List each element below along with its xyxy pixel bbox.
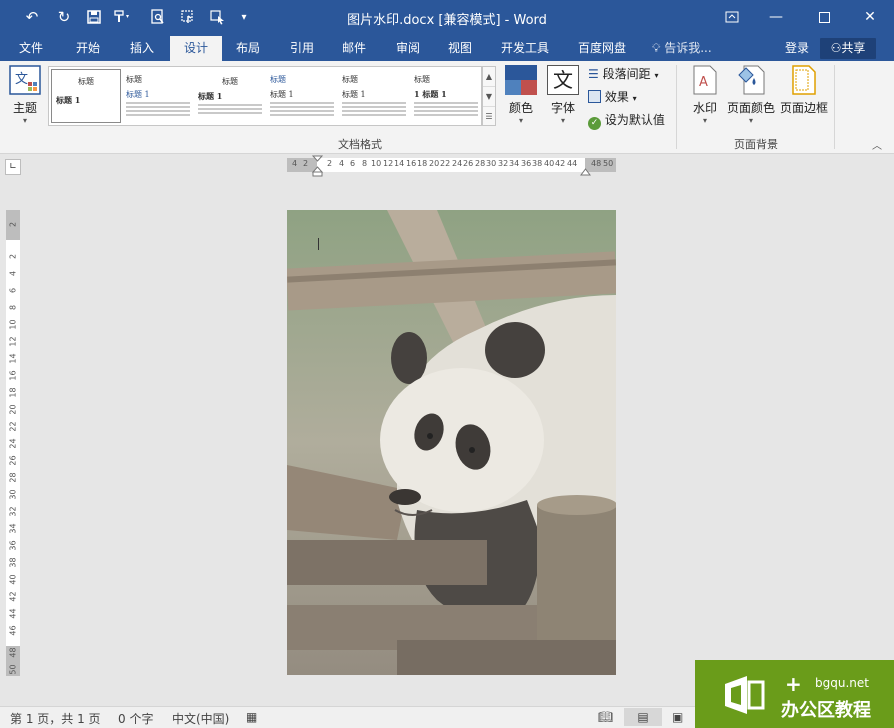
page-color-icon: [736, 65, 766, 95]
panda-watermark-image: [287, 210, 616, 675]
gallery-down-icon[interactable]: ▼: [483, 87, 495, 107]
tab-home[interactable]: 开始: [66, 36, 110, 61]
site-watermark-badge: + bgqu.net 办公区教程: [695, 660, 894, 728]
style-set-item[interactable]: 标题 1 标题 1: [411, 69, 481, 123]
right-indent-marker-icon[interactable]: [580, 165, 591, 176]
style-set-item[interactable]: 标题 标题 1: [339, 69, 409, 123]
group-divider: [834, 65, 835, 149]
vertical-ruler[interactable]: 2 2 4 6 8 10 12 14 16 18 20 22 24 26 28 …: [6, 210, 20, 676]
ruler-strip[interactable]: 4 2 2 4 6 8 10 12 14 16 18 20 22 24 26 2…: [287, 158, 616, 172]
page-color-label: 页面颜色: [726, 101, 775, 115]
gallery-scroller[interactable]: ▲ ▼ ☰: [482, 66, 496, 126]
badge-url: bgqu.net: [815, 676, 869, 690]
page-borders-label: 页面边框: [779, 101, 828, 115]
tab-references[interactable]: 引用: [280, 36, 324, 61]
collapse-ribbon-icon[interactable]: ︿: [872, 137, 882, 152]
login-link[interactable]: 登录: [785, 36, 809, 61]
badge-name: 办公区教程: [781, 700, 871, 721]
paragraph-spacing-button[interactable]: ☰ 段落间距 ▾: [588, 65, 658, 83]
ribbon-display-icon[interactable]: [716, 4, 748, 30]
close-icon[interactable]: ✕: [854, 4, 886, 30]
paragraph-spacing-icon: ☰: [588, 67, 599, 81]
office-logo-icon: [721, 674, 769, 716]
colors-dropdown-icon: ▾: [518, 116, 523, 125]
style-set-item[interactable]: 标题 标题 1: [195, 69, 265, 123]
web-layout-icon[interactable]: ▣: [672, 710, 683, 724]
watermark-dropdown-icon: ▾: [702, 116, 707, 125]
tab-file[interactable]: 文件: [10, 36, 52, 61]
theme-dropdown-icon: ▾: [22, 116, 27, 125]
text-cursor: [318, 238, 319, 250]
page-color-dropdown-icon: ▾: [748, 116, 753, 125]
style-set-gallery[interactable]: 标题 标题 1 标题 标题 1 标题 标题 1 标题 标题 1 标题 标题 1 …: [48, 66, 482, 126]
indent-marker-icon[interactable]: [311, 155, 324, 177]
tell-me-text: 告诉我...: [664, 41, 712, 55]
print-layout-icon[interactable]: ▤: [624, 708, 662, 726]
share-button[interactable]: ⚇共享: [820, 38, 876, 59]
person-icon: ⚇: [830, 41, 842, 55]
checkmark-icon: ✓: [588, 117, 601, 130]
minimize-icon[interactable]: —: [760, 4, 792, 30]
share-label: 共享: [841, 41, 866, 55]
chevron-down-icon: ▾: [654, 71, 659, 80]
ribbon-design: 文 主题 ▾ 标题 标题 1 标题 标题 1 标题 标题 1 标题 标题 1 标…: [0, 61, 894, 154]
tab-review[interactable]: 审阅: [386, 36, 430, 61]
page-borders-icon: [792, 65, 816, 95]
fonts-icon: 文: [547, 65, 579, 95]
group-label-page-background: 页面背景: [734, 138, 778, 151]
colors-icon: [505, 65, 537, 95]
watermark-button[interactable]: A 水印 ▾: [686, 65, 724, 125]
fonts-label: 字体: [550, 101, 575, 115]
set-as-default-button[interactable]: ✓ 设为默认值: [588, 111, 665, 130]
tab-developer[interactable]: 开发工具: [494, 36, 556, 61]
page-borders-button[interactable]: 页面边框: [778, 65, 830, 116]
tab-insert[interactable]: 插入: [120, 36, 164, 61]
tab-design[interactable]: 设计: [170, 36, 222, 61]
document-page[interactable]: [287, 210, 616, 675]
language-indicator[interactable]: 中文(中国): [172, 710, 229, 727]
theme-label: 主题: [12, 101, 37, 115]
watermark-label: 水印: [692, 101, 717, 115]
chevron-down-icon: ▾: [632, 94, 637, 103]
word-count[interactable]: 0 个字: [118, 710, 153, 727]
lightbulb-icon: 💡︎: [652, 41, 661, 55]
paragraph-spacing-label: 段落间距: [602, 67, 651, 81]
style-set-item[interactable]: 标题 标题 1: [267, 69, 337, 123]
group-divider: [676, 65, 677, 149]
effects-icon: [588, 90, 601, 103]
colors-button[interactable]: 颜色 ▾: [502, 65, 540, 125]
tab-baidu-netdisk[interactable]: 百度网盘: [570, 36, 634, 61]
gallery-up-icon[interactable]: ▲: [483, 67, 495, 87]
svg-text:A: A: [699, 75, 708, 90]
read-mode-icon[interactable]: 📖︎: [598, 710, 613, 724]
tab-layout[interactable]: 布局: [226, 36, 270, 61]
theme-button[interactable]: 文 主题 ▾: [6, 65, 44, 125]
page-color-button[interactable]: 页面颜色 ▾: [726, 65, 776, 125]
colors-label: 颜色: [508, 101, 533, 115]
style-set-item[interactable]: 标题 标题 1: [51, 69, 121, 123]
style-set-item[interactable]: 标题 标题 1: [123, 69, 193, 123]
ribbon-tabs: 文件 开始 插入 设计 布局 引用 邮件 审阅 视图 开发工具 百度网盘 💡︎ …: [0, 36, 894, 61]
fonts-button[interactable]: 文 字体 ▾: [544, 65, 582, 125]
gallery-more-icon[interactable]: ☰: [483, 107, 495, 127]
watermark-icon: A: [693, 65, 717, 95]
theme-icon: 文: [9, 65, 41, 95]
tab-view[interactable]: 视图: [438, 36, 482, 61]
macro-record-icon[interactable]: ▦: [246, 710, 257, 724]
effects-label: 效果: [604, 90, 629, 104]
svg-text:文: 文: [15, 72, 28, 87]
fonts-dropdown-icon: ▾: [560, 116, 565, 125]
maximize-icon[interactable]: [808, 4, 840, 30]
tab-mailings[interactable]: 邮件: [332, 36, 376, 61]
plus-icon: +: [785, 672, 802, 696]
group-label-document-format: 文档格式: [338, 138, 382, 151]
set-as-default-label: 设为默认值: [604, 113, 665, 127]
horizontal-ruler: ∟ 4 2 2 4 6 8 10 12 14 16 18 20 22 24 26…: [0, 154, 894, 178]
effects-button[interactable]: 效果 ▾: [588, 88, 637, 106]
title-bar: ↶ ↻ ▾ 图片水印.docx [兼容模式] - Word — ✕: [0, 0, 894, 36]
tab-selector-icon[interactable]: ∟: [5, 159, 21, 175]
page-count[interactable]: 第 1 页，共 1 页: [10, 710, 101, 727]
tell-me-box[interactable]: 💡︎ 告诉我...: [652, 36, 712, 61]
